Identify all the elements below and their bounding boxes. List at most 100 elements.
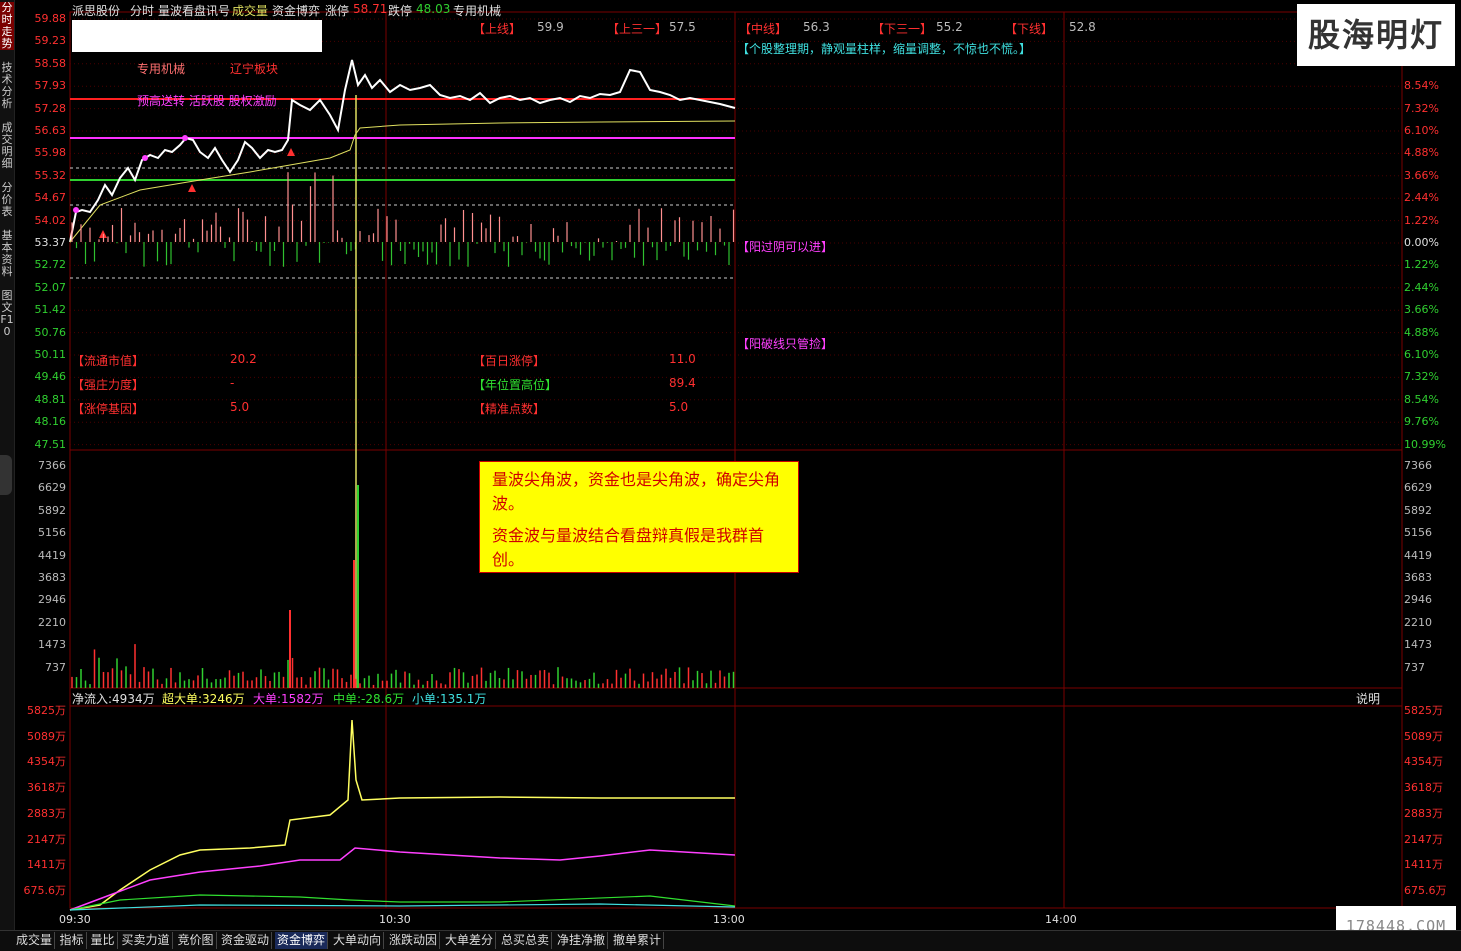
fund-tick-right: 5089万	[1404, 729, 1443, 743]
fund-label: 资金博弈	[272, 4, 321, 18]
signal-dot	[73, 207, 79, 213]
volume-tick-left: 2946	[38, 593, 66, 607]
volume-tick-right: 1473	[1404, 638, 1432, 652]
stat-label: 【百日涨停】	[473, 354, 546, 368]
time-tick: 10:30	[379, 913, 411, 926]
volume-tick-left: 737	[45, 660, 66, 674]
price-tick-left: 49.46	[34, 370, 67, 384]
view-label: 分时	[130, 4, 155, 18]
bottom-tab[interactable]: 竞价图	[176, 932, 217, 949]
pct-tick-right: 0.00%	[1404, 236, 1439, 249]
sector-label: 专用机械	[453, 4, 502, 18]
bottom-tab[interactable]: 买卖力道	[120, 932, 173, 949]
volume-tick-right: 5156	[1404, 526, 1432, 540]
level-label: 【上三一】	[607, 22, 668, 36]
stat-label: 【涨停基因】	[72, 402, 145, 416]
bottom-tab[interactable]: 量比	[89, 932, 118, 949]
price-tick-left: 59.88	[34, 12, 67, 25]
fund-tick-right: 2883万	[1404, 806, 1443, 820]
fund-tick-left: 5089万	[27, 729, 66, 743]
stat-value: 20.2	[230, 352, 257, 366]
level-value: 55.2	[936, 20, 963, 34]
price-tick-left: 55.98	[34, 146, 67, 160]
pct-tick-right: 1.22%	[1404, 213, 1439, 227]
fund-tick-left: 5825万	[27, 704, 66, 717]
signal-dot	[142, 155, 148, 161]
sector-tag-1: 专用机械	[137, 62, 186, 76]
limit-down-label: 跌停	[388, 4, 413, 18]
bottom-tab[interactable]: 净挂净撤	[555, 932, 609, 949]
volume-tick-left: 5156	[38, 526, 66, 540]
indicator-name: 量波看盘讯号	[158, 4, 231, 18]
bottom-tab[interactable]: 总买总卖	[499, 932, 553, 949]
level-value: 52.8	[1069, 20, 1096, 34]
pct-tick-right: 10.99%	[1404, 437, 1446, 451]
stat-label: 【流通市值】	[72, 354, 145, 368]
pct-tick-right: 9.76%	[1404, 415, 1439, 429]
bottom-tab[interactable]: 资金博弈	[275, 932, 329, 949]
brand-logo: 股海明灯	[1297, 4, 1455, 66]
comment-mid2: 【阳破线只管捡】	[737, 337, 834, 351]
pct-tick-right: 8.54%	[1404, 79, 1439, 93]
volume-tick-right: 5892	[1404, 503, 1432, 517]
bottom-tab-bar: 成交量 指标 量比 买卖力道 竞价图 资金驱动 资金博弈 大单动向 涨跌动因 大单差分 总买总卖 净挂…	[0, 930, 1461, 951]
volume-tick-right: 4419	[1404, 548, 1432, 562]
buy-arrow	[287, 148, 295, 156]
level-value: 57.5	[669, 20, 696, 34]
limit-up-label: 涨停	[325, 4, 350, 18]
level-value: 59.9	[537, 20, 564, 34]
bottom-tab[interactable]: 涨跌动因	[387, 932, 441, 949]
time-tick: 13:00	[713, 913, 745, 926]
price-tick-left: 51.42	[34, 303, 67, 317]
fund-line-super	[69, 719, 735, 911]
fund-tick-left: 2147万	[27, 832, 66, 846]
stat-label: 【精准点数】	[473, 402, 546, 416]
fund-tick-left: 675.6万	[23, 883, 67, 897]
price-tick-left: 56.63	[34, 124, 67, 137]
pct-tick-right: 2.44%	[1404, 191, 1439, 205]
bottom-tab[interactable]: 成交量	[14, 932, 56, 949]
comment-mid1: 【阳过阴可以进】	[737, 240, 834, 254]
price-tick-left: 59.23	[34, 34, 67, 48]
avg-price-line	[69, 120, 736, 243]
limit-up-value: 58.71	[353, 2, 388, 16]
price-tick-left: 55.32	[34, 168, 67, 182]
volume-tick-left: 7366	[38, 459, 66, 472]
price-tick-left: 50.11	[34, 348, 67, 361]
comment-top: 【个股整理期，静观量柱样，缩量调整，不惊也不慌。】	[737, 42, 1032, 56]
level-value: 56.3	[803, 20, 830, 34]
bottom-tab[interactable]: 大单动向	[331, 932, 385, 949]
bottom-tab[interactable]: 资金驱动	[219, 932, 273, 949]
bottom-tab[interactable]: 指标	[58, 932, 87, 949]
pct-tick-right: 7.32%	[1404, 101, 1439, 115]
pct-tick-right: 8.54%	[1404, 392, 1439, 406]
bottom-tab[interactable]: 撤单累计	[611, 932, 665, 949]
pct-tick-right: 3.66%	[1404, 303, 1439, 317]
price-tick-left: 52.72	[34, 258, 67, 272]
stat-value: -	[230, 376, 235, 390]
note-line-2: 资金波与量波结合看盘辩真假是我群首创。	[492, 526, 765, 569]
fund-tick-left: 1411万	[27, 858, 66, 872]
stat-value: 5.0	[669, 400, 689, 414]
volume-tick-right: 737	[1404, 660, 1425, 674]
fund-large: 大单:1582万	[253, 692, 324, 706]
fund-tick-right: 1411万	[1404, 858, 1443, 872]
volume-tick-left: 3683	[38, 571, 66, 584]
fund-medium: 中单:-28.6万	[333, 692, 405, 706]
pct-tick-right: 4.88%	[1404, 325, 1439, 339]
price-tick-left: 57.93	[34, 79, 67, 93]
bottom-tab[interactable]: 大单差分	[443, 932, 497, 949]
stat-value: 89.4	[669, 376, 696, 390]
pct-tick-right: 6.10%	[1404, 348, 1439, 361]
fund-tick-left: 3618万	[27, 781, 66, 795]
fund-line-small	[69, 903, 736, 911]
limit-down-value: 48.03	[416, 2, 451, 16]
fund-tick-left: 4354万	[27, 755, 66, 769]
price-tick-left: 50.76	[34, 325, 67, 339]
price-tick-left: 57.28	[34, 101, 67, 115]
explain-button[interactable]: 说明	[1356, 690, 1380, 707]
price-tick-left: 52.07	[34, 280, 67, 294]
fund-tick-right: 4354万	[1404, 755, 1443, 769]
pct-tick-right: 2.44%	[1404, 280, 1439, 294]
stat-value: 11.0	[669, 352, 696, 366]
